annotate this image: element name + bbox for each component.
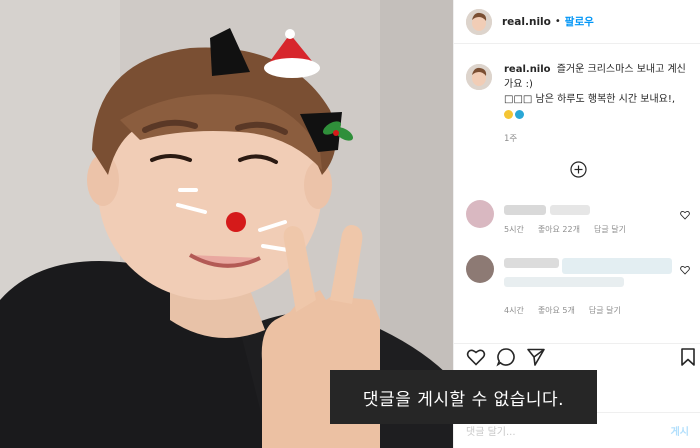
caption-avatar[interactable] — [466, 64, 492, 90]
reply-button[interactable]: 답글 달기 — [594, 224, 626, 235]
post-header: real.nilo • 팔로우 — [454, 0, 700, 44]
blurred-comment-text — [550, 205, 590, 215]
action-bar — [454, 343, 700, 369]
comment-avatar[interactable] — [466, 200, 494, 228]
caption-age[interactable]: 1주 — [504, 132, 692, 147]
comment-likes[interactable]: 좋아요 22개 — [538, 224, 580, 235]
grinning-emoji-icon — [504, 109, 513, 119]
author-avatar[interactable] — [466, 8, 492, 35]
comment-meta: 5시간 좋아요 22개 답글 달기 — [504, 224, 626, 235]
heart-icon[interactable] — [680, 265, 690, 275]
comment-time[interactable]: 5시간 — [504, 224, 524, 235]
reply-button[interactable]: 답글 달기 — [589, 305, 621, 316]
error-toast: 댓글을 게시할 수 없습니다. — [330, 370, 597, 424]
header-separator: • — [554, 16, 561, 27]
blurred-username — [504, 205, 546, 215]
paper-plane-icon[interactable] — [526, 347, 546, 367]
caption-block: real.nilo 즐거운 크리스마스 보내고 계신가요 :) □□□ 남은 하… — [466, 62, 692, 147]
blue-heart-icon — [515, 109, 524, 119]
blurred-comment-text — [562, 258, 672, 274]
follow-button[interactable]: 팔로우 — [565, 14, 594, 29]
caption-line-2: □□□ 남은 하루도 행복한 시간 보내요!, — [504, 94, 676, 105]
heart-icon[interactable] — [680, 210, 690, 220]
comment-item: 4시간 좋아요 5개 답글 달기 — [466, 255, 690, 315]
caption-username[interactable]: real.nilo — [504, 64, 551, 75]
comment-likes[interactable]: 좋아요 5개 — [538, 305, 575, 316]
post-comment-button[interactable]: 게시 — [671, 423, 689, 438]
comment-input[interactable]: 댓글 달기... — [466, 423, 516, 438]
heart-icon[interactable] — [466, 347, 486, 367]
bookmark-icon[interactable] — [678, 347, 698, 367]
comment-time[interactable]: 4시간 — [504, 305, 524, 316]
author-username[interactable]: real.nilo — [502, 16, 551, 28]
speech-bubble-icon[interactable] — [496, 347, 516, 367]
blurred-username — [504, 258, 559, 268]
comment-avatar[interactable] — [466, 255, 494, 283]
plus-circle-icon[interactable] — [570, 161, 587, 178]
avatar-image — [466, 64, 492, 90]
comment-item: 5시간 좋아요 22개 답글 달기 — [466, 200, 690, 248]
caption-emoji-row — [504, 107, 692, 122]
avatar-image — [466, 8, 492, 35]
blurred-comment-text — [504, 277, 624, 287]
comment-meta: 4시간 좋아요 5개 답글 달기 — [504, 305, 621, 316]
